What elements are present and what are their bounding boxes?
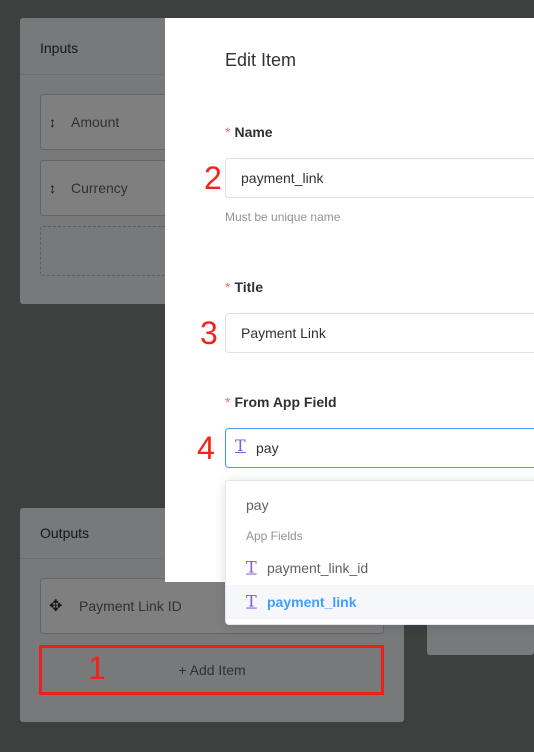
app-field-dropdown: pay App Fields T payment_link_id T payme… (225, 480, 534, 625)
title-input[interactable]: Payment Link (225, 313, 534, 353)
dropdown-option-payment-link[interactable]: T payment_link (226, 585, 534, 619)
annotation-3: 3 (200, 315, 218, 351)
text-type-icon: T (246, 557, 257, 577)
dropdown-group-label: App Fields (246, 529, 303, 543)
text-type-icon: T (235, 436, 246, 455)
required-mark: * (225, 394, 231, 410)
name-input-value: payment_link (241, 170, 324, 186)
name-input[interactable]: payment_link (225, 158, 534, 198)
title-label: * Title (225, 279, 263, 295)
name-hint: Must be unique name (225, 210, 341, 224)
annotation-2: 2 (204, 160, 222, 196)
text-type-icon: T (246, 591, 257, 611)
modal-title: Edit Item (225, 50, 297, 70)
required-mark: * (225, 124, 231, 140)
title-input-value: Payment Link (241, 325, 326, 341)
annotation-4: 4 (197, 430, 215, 466)
annotation-1: 1 (88, 650, 106, 686)
from-app-field-input[interactable]: T pay (225, 428, 534, 468)
name-label: * Name (225, 124, 273, 140)
dropdown-option-payment-link-id[interactable]: T payment_link_id (226, 551, 534, 585)
dropdown-option-typed[interactable]: pay (226, 488, 534, 522)
required-mark: * (225, 279, 231, 295)
from-app-field-value: pay (256, 440, 279, 456)
from-app-field-label: * From App Field (225, 394, 337, 410)
